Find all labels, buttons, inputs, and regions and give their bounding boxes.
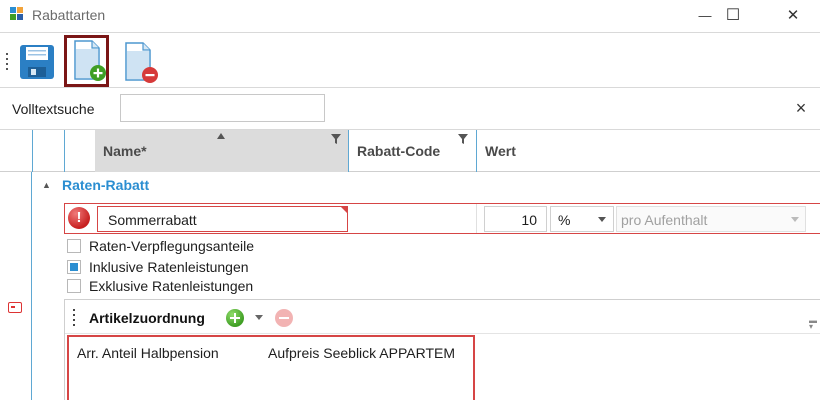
filter-icon[interactable] xyxy=(458,134,468,144)
save-button[interactable] xyxy=(16,36,58,86)
article-assignment-toolbar: Artikelzuordnung ▬ ▾ xyxy=(65,300,820,334)
unit-dropdown[interactable]: % xyxy=(550,206,614,232)
article-assignment-title: Artikelzuordnung xyxy=(89,310,205,326)
toolbar-grip[interactable] xyxy=(6,53,9,71)
checkbox-label: Inklusive Ratenleistungen xyxy=(89,259,249,275)
column-header-value[interactable]: Wert xyxy=(477,130,820,172)
search-bar: Volltextsuche × xyxy=(0,89,820,129)
group-collapse-icon[interactable]: ▲ xyxy=(42,180,51,190)
cell-divider xyxy=(476,204,477,233)
grid-header: Name* Rabatt-Code Wert xyxy=(0,129,820,172)
checkbox[interactable] xyxy=(67,279,81,293)
column-divider xyxy=(32,130,33,172)
column-label-value: Wert xyxy=(485,143,516,159)
article-item[interactable]: Arr. Anteil Halbpension xyxy=(77,345,219,361)
toolbar-grip[interactable] xyxy=(73,309,75,329)
app-icon xyxy=(10,7,24,21)
window-title: Rabattarten xyxy=(32,7,106,23)
maximize-button[interactable]: ☐ xyxy=(710,0,756,30)
main-toolbar xyxy=(0,32,820,88)
validation-marker-icon xyxy=(341,207,347,213)
title-bar: Rabattarten — ☐ ✕ xyxy=(0,0,820,30)
error-icon[interactable]: ! xyxy=(68,207,90,229)
group-title: Raten-Rabatt xyxy=(62,177,150,193)
edit-row-indicator-icon xyxy=(8,302,22,313)
floppy-disk-icon xyxy=(20,45,54,79)
value-number: 10 xyxy=(521,212,537,228)
name-cell[interactable]: Sommerrabatt xyxy=(97,206,348,232)
maximize-icon: ☐ xyxy=(725,7,741,24)
sort-ascending-icon xyxy=(217,133,225,139)
checkbox-label: Exklusive Ratenleistungen xyxy=(89,278,254,294)
row-indicator-strip xyxy=(0,172,32,400)
column-divider xyxy=(64,130,65,172)
document-remove-icon xyxy=(125,42,158,83)
column-label-name: Name* xyxy=(103,143,147,159)
checkbox-label: Raten-Verpflegungsanteile xyxy=(89,238,255,254)
search-label: Volltextsuche xyxy=(12,101,95,117)
toolbar-overflow-icon[interactable]: ▬ ▾ xyxy=(809,317,817,331)
name-value: Sommerrabatt xyxy=(108,212,197,228)
clear-search-icon[interactable]: × xyxy=(792,99,810,117)
column-label-code: Rabatt-Code xyxy=(357,143,441,159)
new-document-button[interactable] xyxy=(64,35,109,87)
add-article-icon[interactable] xyxy=(226,309,244,327)
article-list[interactable]: Arr. Anteil Halbpension Aufpreis Seeblic… xyxy=(67,335,475,400)
chevron-down-icon xyxy=(598,217,606,222)
chevron-down-icon xyxy=(791,217,799,222)
column-header-code[interactable]: Rabatt-Code xyxy=(349,130,476,172)
document-add-icon xyxy=(74,40,106,81)
value-input[interactable]: 10 xyxy=(484,206,547,232)
close-icon: ✕ xyxy=(786,7,800,24)
period-value: pro Aufenthalt xyxy=(621,212,708,228)
close-button[interactable]: ✕ xyxy=(770,0,816,30)
unit-value: % xyxy=(558,212,571,228)
remove-article-icon[interactable] xyxy=(275,309,293,327)
filter-icon[interactable] xyxy=(331,134,341,144)
delete-document-button[interactable] xyxy=(120,36,162,86)
chevron-down-icon[interactable] xyxy=(255,315,263,320)
checkbox-checked[interactable] xyxy=(67,260,81,274)
checkbox[interactable] xyxy=(67,239,81,253)
period-dropdown[interactable]: pro Aufenthalt xyxy=(616,206,806,232)
search-input[interactable] xyxy=(120,94,325,122)
article-item[interactable]: Aufpreis Seeblick APPARTEM xyxy=(268,345,455,361)
column-header-name[interactable]: Name* xyxy=(95,130,348,172)
